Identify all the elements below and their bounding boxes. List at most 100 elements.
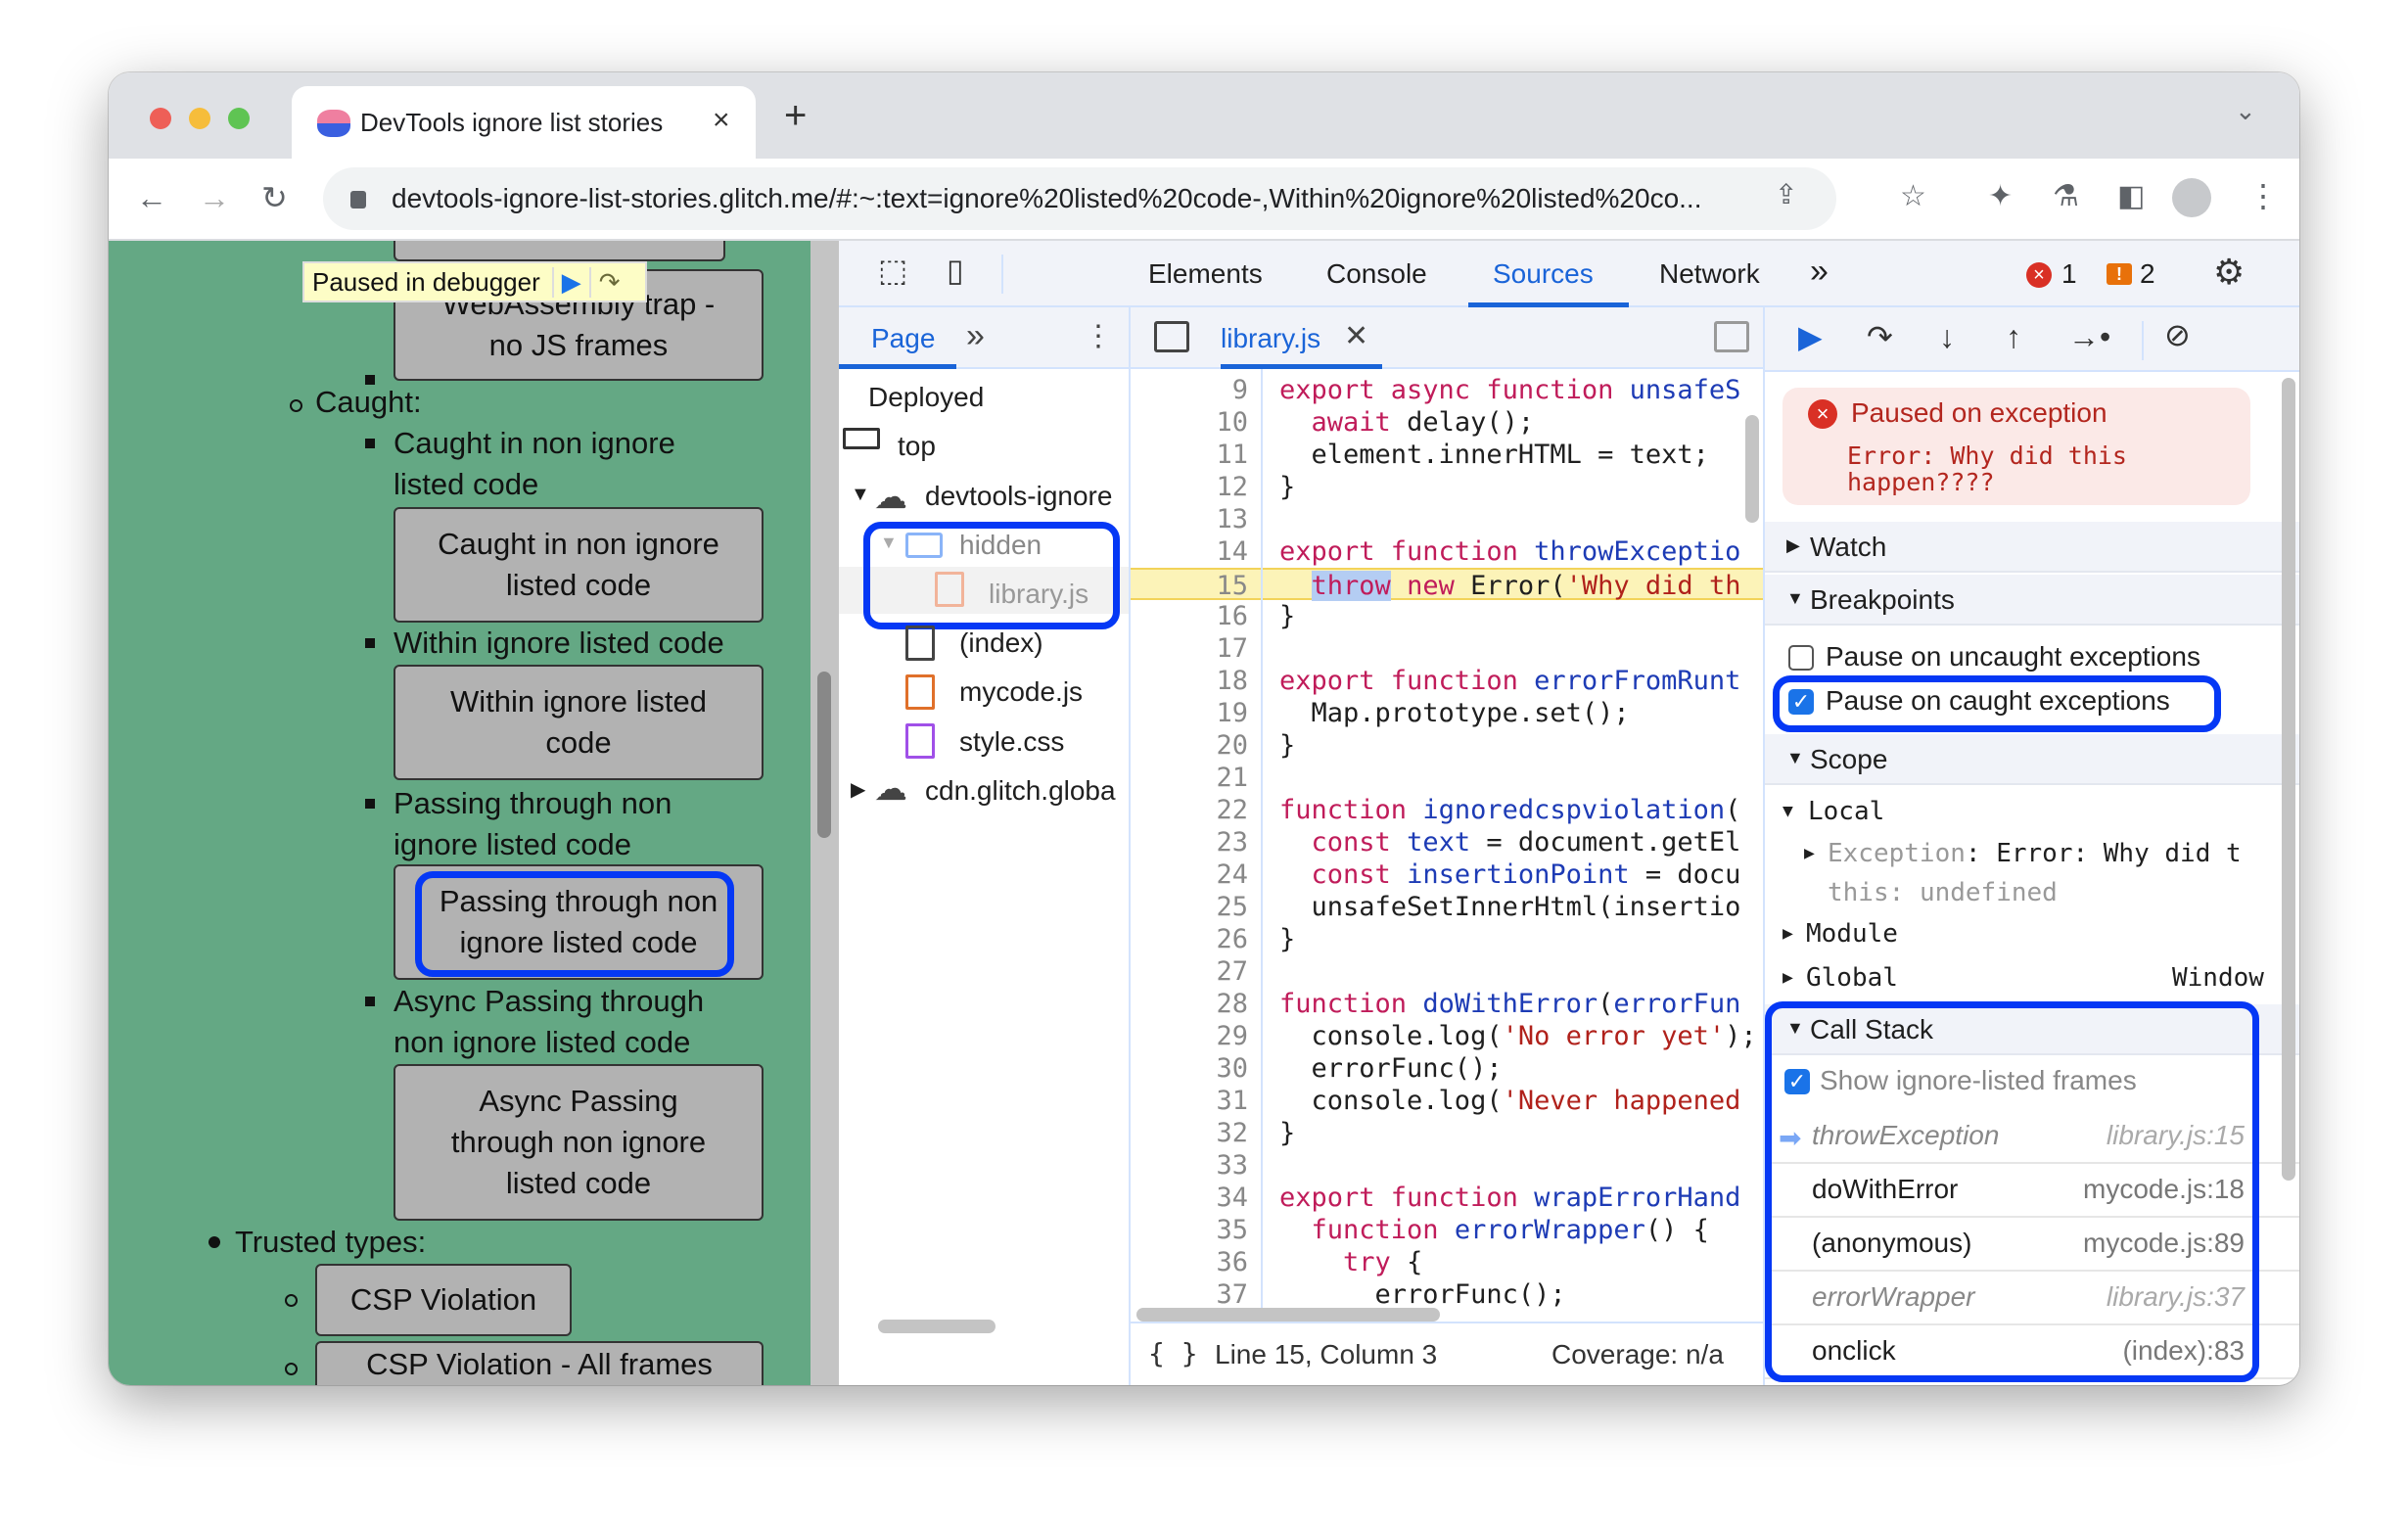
- line-number[interactable]: 12: [1216, 471, 1248, 503]
- share-icon[interactable]: ⇪: [1775, 181, 1797, 209]
- line-number[interactable]: 32: [1216, 1117, 1248, 1149]
- back-icon[interactable]: ←: [136, 182, 167, 213]
- csp-violation-all-frames-button[interactable]: CSP Violation - All frames: [315, 1341, 764, 1385]
- device-toolbar-icon[interactable]: ▯: [947, 255, 964, 286]
- tree-item-mycode-js[interactable]: mycode.js: [959, 676, 1083, 708]
- inspect-element-icon[interactable]: ⬚: [878, 255, 907, 286]
- line-number[interactable]: 9: [1232, 374, 1248, 406]
- navigator-menu-icon[interactable]: ⋮: [1084, 319, 1113, 353]
- minimize-window-button[interactable]: [189, 108, 210, 129]
- tree-item-deployed[interactable]: Deployed: [868, 382, 984, 413]
- editor-horizontal-scrollbar[interactable]: [1136, 1308, 1440, 1322]
- code-line[interactable]: 23 const text = document.getEl: [1131, 826, 1763, 858]
- tree-item-cdn[interactable]: cdn.glitch.globa: [925, 775, 1116, 807]
- reload-icon[interactable]: ↻: [261, 182, 288, 213]
- line-number[interactable]: 17: [1216, 632, 1248, 665]
- code-line[interactable]: 18 export function errorFromRunt: [1131, 665, 1763, 697]
- async-passing-button[interactable]: Async Passing through non ignore listed co…: [394, 1064, 764, 1221]
- page-button-partial[interactable]: [394, 241, 725, 261]
- line-number[interactable]: 21: [1216, 762, 1248, 794]
- code-line[interactable]: 26}: [1131, 923, 1763, 955]
- code-line[interactable]: 15 throw new Error('Why did th: [1131, 568, 1763, 602]
- breakpoints-section[interactable]: ▼ Breakpoints: [1765, 575, 2299, 626]
- scope-global[interactable]: Global: [1806, 963, 1898, 993]
- step-into-icon[interactable]: ↓: [1939, 321, 1955, 352]
- code-line[interactable]: 10 await delay();: [1131, 406, 1763, 439]
- caught-non-ignore-button[interactable]: Caught in non ignore listed code: [394, 507, 764, 623]
- labs-flask-icon[interactable]: ⚗: [2053, 182, 2079, 211]
- code-line[interactable]: 24 const insertionPoint = docu: [1131, 858, 1763, 891]
- toggle-navigator-icon[interactable]: [1154, 321, 1189, 352]
- line-number[interactable]: 16: [1216, 600, 1248, 632]
- line-number[interactable]: 13: [1216, 503, 1248, 535]
- close-tab-icon[interactable]: ×: [713, 104, 730, 137]
- error-icon[interactable]: ×: [2026, 262, 2052, 288]
- resume-icon[interactable]: ▶: [551, 266, 589, 298]
- pause-uncaught-checkbox[interactable]: [1788, 645, 1814, 671]
- settings-gear-icon[interactable]: ⚙: [2213, 255, 2245, 290]
- browser-tab[interactable]: DevTools ignore list stories ×: [292, 86, 756, 159]
- line-number[interactable]: 30: [1216, 1052, 1248, 1085]
- line-number[interactable]: 36: [1216, 1246, 1248, 1278]
- file-tab-library-js[interactable]: library.js: [1221, 323, 1320, 354]
- code-line[interactable]: 20}: [1131, 729, 1763, 762]
- line-number[interactable]: 20: [1216, 729, 1248, 762]
- scope-local[interactable]: Local: [1808, 797, 1884, 826]
- tab-elements[interactable]: Elements: [1148, 258, 1263, 290]
- code-line[interactable]: 31 console.log('Never happened: [1131, 1085, 1763, 1117]
- line-number[interactable]: 22: [1216, 794, 1248, 826]
- code-line[interactable]: 21: [1131, 762, 1763, 794]
- line-number[interactable]: 34: [1216, 1182, 1248, 1214]
- editor-vertical-scrollbar[interactable]: [1745, 415, 1759, 523]
- code-line[interactable]: 16}: [1131, 600, 1763, 632]
- page-scrollbar[interactable]: [810, 241, 839, 1385]
- chrome-menu-icon[interactable]: ⋮: [2247, 180, 2279, 211]
- line-number[interactable]: 10: [1216, 406, 1248, 439]
- step-over-icon[interactable]: ↷: [588, 266, 628, 298]
- tree-item-style-css[interactable]: style.css: [959, 726, 1064, 758]
- code-line[interactable]: 34 export function wrapErrorHand: [1131, 1182, 1763, 1214]
- line-number[interactable]: 24: [1216, 858, 1248, 891]
- tree-item-domain[interactable]: devtools-ignore: [925, 481, 1112, 512]
- maximize-window-button[interactable]: [228, 108, 250, 129]
- line-number[interactable]: 11: [1216, 439, 1248, 471]
- new-tab-button[interactable]: +: [784, 94, 807, 138]
- devtools-menu-icon[interactable]: ⋮: [2288, 256, 2299, 288]
- line-number[interactable]: 15: [1216, 570, 1248, 602]
- code-line[interactable]: 19 Map.prototype.set();: [1131, 697, 1763, 729]
- line-number[interactable]: 31: [1216, 1085, 1248, 1117]
- code-line[interactable]: 11 element.innerHTML = text;: [1131, 439, 1763, 471]
- more-tabs-button[interactable]: »: [1810, 253, 1829, 291]
- resume-icon[interactable]: ▶: [1798, 321, 1823, 352]
- code-line[interactable]: 30 errorFunc();: [1131, 1052, 1763, 1085]
- code-lines[interactable]: 9 export async function unsafeS 10 await d…: [1131, 374, 1763, 1314]
- code-line[interactable]: 33: [1131, 1149, 1763, 1182]
- line-number[interactable]: 37: [1216, 1278, 1248, 1311]
- code-line[interactable]: 28 function doWithError(errorFun: [1131, 988, 1763, 1020]
- tab-console[interactable]: Console: [1326, 258, 1427, 290]
- code-line[interactable]: 29 console.log('No error yet');: [1131, 1020, 1763, 1052]
- forward-icon[interactable]: →: [199, 182, 230, 213]
- line-number[interactable]: 25: [1216, 891, 1248, 923]
- warning-icon[interactable]: !: [2107, 263, 2132, 285]
- tree-item-top[interactable]: top: [898, 431, 936, 462]
- extensions-icon[interactable]: ✦: [1988, 182, 2013, 211]
- code-line[interactable]: 14 export function throwExceptio: [1131, 535, 1763, 568]
- line-number[interactable]: 29: [1216, 1020, 1248, 1052]
- deactivate-breakpoints-icon[interactable]: ⊘: [2164, 319, 2191, 350]
- pretty-print-button[interactable]: { }: [1148, 1337, 1198, 1369]
- line-number[interactable]: 14: [1216, 535, 1248, 568]
- code-line[interactable]: 22 function ignoredcspviolation(: [1131, 794, 1763, 826]
- expand-arrow-icon[interactable]: ▶: [851, 777, 865, 802]
- code-line[interactable]: 17: [1131, 632, 1763, 665]
- address-bar[interactable]: devtools-ignore-list-stories.glitch.me/#…: [323, 167, 1836, 230]
- line-number[interactable]: 26: [1216, 923, 1248, 955]
- tab-search-chevron-icon[interactable]: ⌄: [2235, 98, 2256, 123]
- close-file-tab-icon[interactable]: ✕: [1344, 319, 1368, 353]
- line-number[interactable]: 23: [1216, 826, 1248, 858]
- bookmark-star-icon[interactable]: ☆: [1900, 182, 1926, 211]
- error-count[interactable]: 1: [2061, 258, 2077, 290]
- warning-count[interactable]: 2: [2140, 258, 2155, 290]
- watch-section[interactable]: ▶ Watch: [1765, 522, 2299, 573]
- code-line[interactable]: 37 errorFunc();: [1131, 1278, 1763, 1311]
